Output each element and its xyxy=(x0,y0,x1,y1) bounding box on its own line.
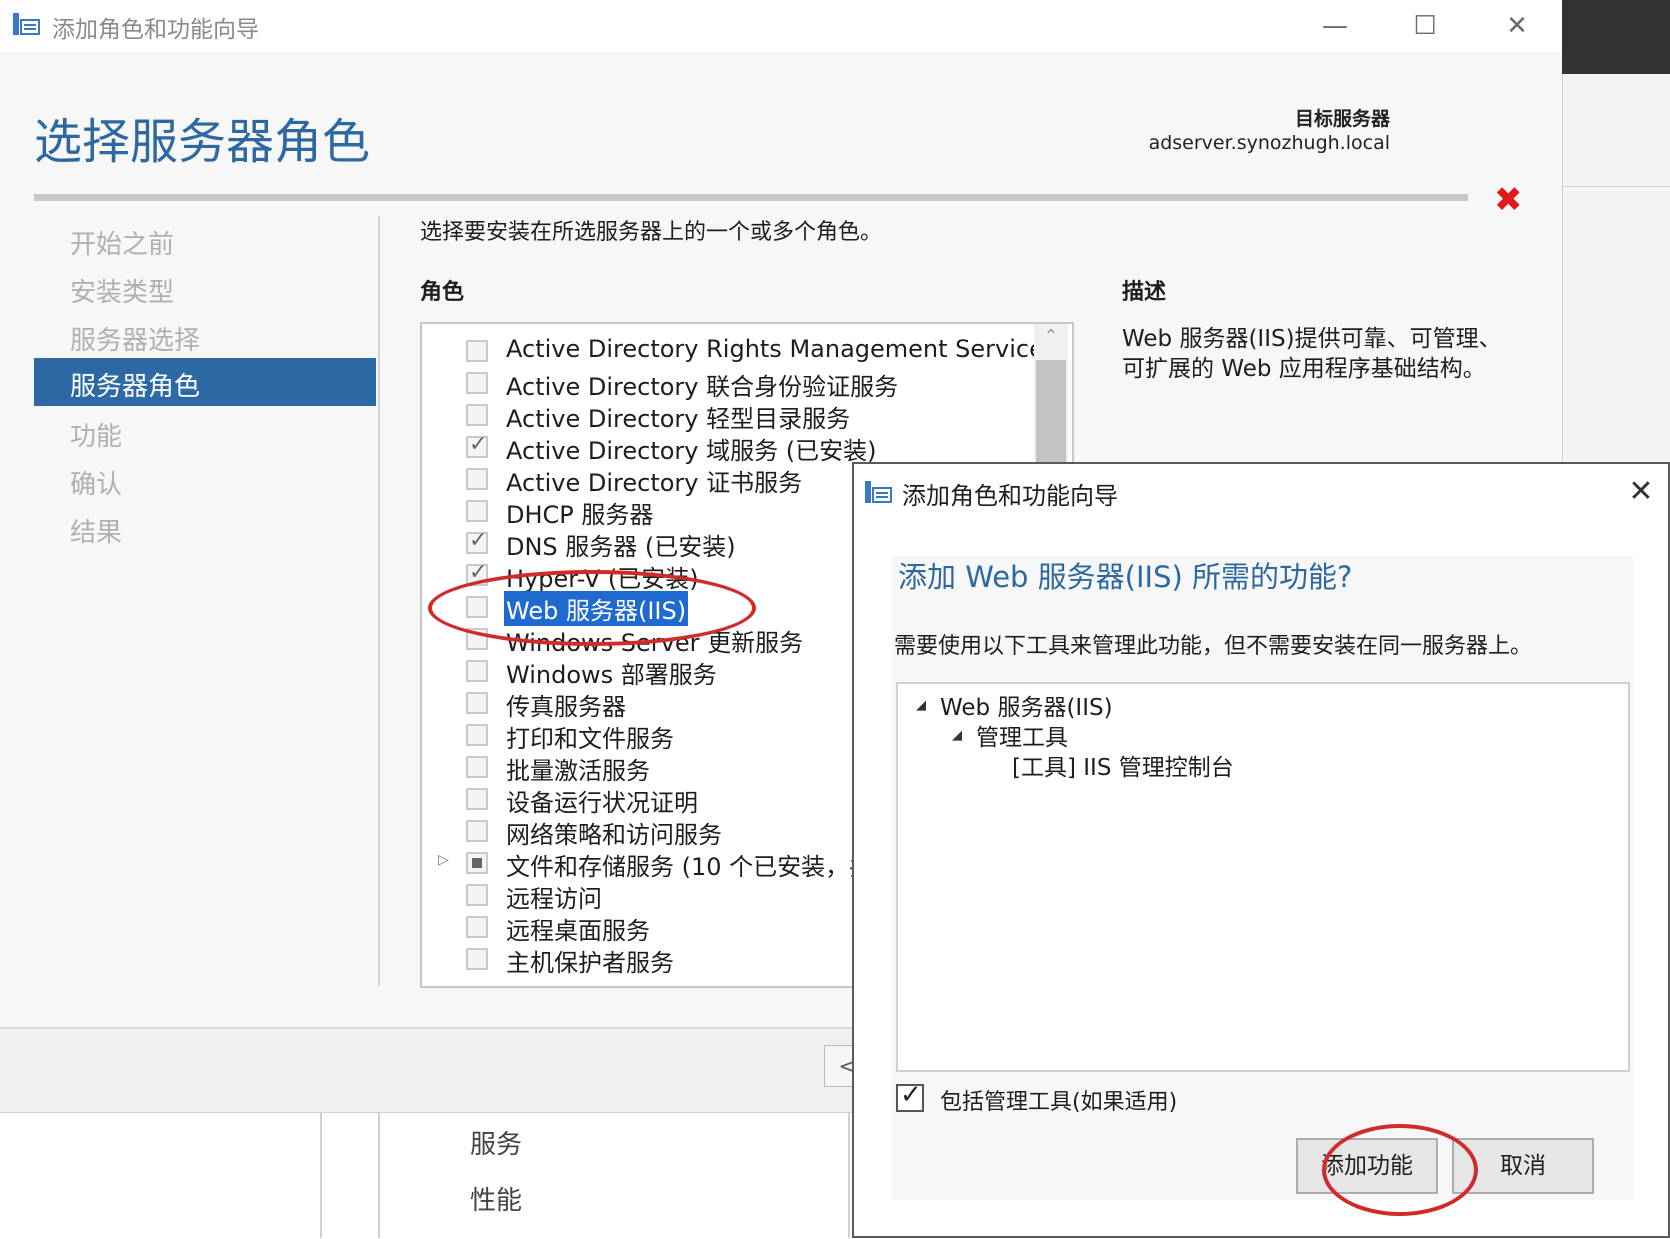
cancel-button[interactable]: 取消 xyxy=(1452,1138,1594,1194)
role-checkbox[interactable] xyxy=(466,628,488,650)
roles-heading: 角色 xyxy=(420,280,465,305)
page-title: 选择服务器角色 xyxy=(34,114,371,170)
dialog-heading: 添加 Web 服务器(IIS) 所需的功能? xyxy=(898,560,1353,594)
role-label: Active Directory 联合身份验证服务 xyxy=(506,373,899,401)
panel-divider xyxy=(378,1112,380,1238)
role-checkbox[interactable] xyxy=(466,692,488,714)
role-label: 网络策略和访问服务 xyxy=(506,821,722,849)
role-label-selected: Web 服务器(IIS) xyxy=(504,591,689,626)
description-text: Web 服务器(IIS)提供可靠、可管理、可扩展的 Web 应用程序基础结构。 xyxy=(1122,326,1502,382)
role-item-ad-ds[interactable]: Active Directory 域服务 (已安装) xyxy=(422,430,1072,465)
background-window-edge xyxy=(1562,0,1670,74)
nav-item-features[interactable]: 功能 xyxy=(70,416,122,453)
role-label: 远程访问 xyxy=(506,885,602,913)
role-label: DNS 服务器 (已安装) xyxy=(506,533,736,561)
role-label: Active Directory 域服务 (已安装) xyxy=(506,437,877,465)
header-divider xyxy=(34,194,1468,201)
window-title: 添加角色和功能向导 xyxy=(52,17,259,43)
server-manager-icon xyxy=(865,481,892,503)
tree-collapse-arrow-icon[interactable]: ◢ xyxy=(916,698,926,713)
role-checkbox[interactable] xyxy=(466,788,488,810)
background-window-divider xyxy=(1562,186,1670,187)
nav-item-label: 服务器角色 xyxy=(70,372,201,402)
role-checkbox-partial[interactable] xyxy=(466,852,488,874)
server-manager-icon xyxy=(13,13,40,35)
role-checkbox[interactable] xyxy=(466,468,488,490)
role-label: 文件和存储服务 (10 个已安装，共 xyxy=(506,853,874,881)
role-checkbox-checked[interactable] xyxy=(466,432,488,458)
role-item-ad-lds[interactable]: Active Directory 轻型目录服务 xyxy=(422,398,1072,433)
error-icon[interactable]: ✖ xyxy=(1494,180,1523,220)
role-checkbox[interactable] xyxy=(466,948,488,970)
nav-item-before-you-begin[interactable]: 开始之前 xyxy=(70,224,174,261)
role-item-ad-rms[interactable]: Active Directory Rights Management Servi… xyxy=(422,334,1072,366)
role-checkbox[interactable] xyxy=(466,340,488,362)
role-checkbox[interactable] xyxy=(466,724,488,746)
required-features-tree[interactable]: ◢ Web 服务器(IIS) ◢ 管理工具 [工具] IIS 管理控制台 xyxy=(896,682,1630,1072)
target-server-name: adserver.synozhugh.local xyxy=(1148,132,1390,154)
role-checkbox[interactable] xyxy=(466,404,488,426)
wizard-footer xyxy=(0,1027,860,1114)
nav-item-confirmation[interactable]: 确认 xyxy=(70,464,122,501)
nav-item-server-roles[interactable]: 服务器角色 xyxy=(34,358,376,406)
role-item-ad-fs[interactable]: Active Directory 联合身份验证服务 xyxy=(422,366,1072,401)
role-checkbox[interactable] xyxy=(466,916,488,938)
tree-node-iis-console: [工具] IIS 管理控制台 xyxy=(1012,755,1234,781)
description-heading: 描述 xyxy=(1122,280,1167,305)
tree-node-management-tools: 管理工具 xyxy=(976,725,1068,751)
panel-divider xyxy=(848,1112,850,1238)
panel-divider xyxy=(320,1112,322,1238)
close-button[interactable]: ✕ xyxy=(1486,6,1548,46)
role-checkbox[interactable] xyxy=(466,372,488,394)
role-label: 传真服务器 xyxy=(506,693,626,721)
nav-item-server-selection[interactable]: 服务器选择 xyxy=(70,320,200,357)
tree-node-web-server: Web 服务器(IIS) xyxy=(940,695,1113,721)
dialog-title-bar: 添加角色和功能向导 ✕ xyxy=(854,464,1668,522)
role-checkbox[interactable] xyxy=(466,660,488,682)
dialog-title: 添加角色和功能向导 xyxy=(902,482,1118,510)
nav-item-installation-type[interactable]: 安装类型 xyxy=(70,272,174,309)
role-label: Windows 部署服务 xyxy=(506,661,717,689)
role-checkbox-checked[interactable] xyxy=(466,528,488,554)
role-label: Active Directory 证书服务 xyxy=(506,469,803,497)
role-checkbox-checked[interactable] xyxy=(466,560,488,586)
dashboard-item-services[interactable]: 服务 xyxy=(470,1124,522,1161)
minimize-button[interactable]: — xyxy=(1304,6,1366,46)
role-label: Active Directory Rights Management Servi… xyxy=(506,335,1057,363)
include-management-tools-checkbox[interactable] xyxy=(896,1080,924,1112)
role-label: DHCP 服务器 xyxy=(506,501,654,529)
dashboard-panel xyxy=(0,1112,860,1239)
nav-item-results[interactable]: 结果 xyxy=(70,512,122,549)
include-management-tools-label: 包括管理工具(如果适用) xyxy=(940,1090,1178,1115)
role-checkbox[interactable] xyxy=(466,756,488,778)
dialog-instruction: 需要使用以下工具来管理此功能，但不需要安装在同一服务器上。 xyxy=(894,634,1533,659)
role-label: 主机保护者服务 xyxy=(506,949,674,977)
role-checkbox[interactable] xyxy=(466,596,488,618)
role-checkbox[interactable] xyxy=(466,884,488,906)
tree-collapse-arrow-icon[interactable]: ◢ xyxy=(952,728,962,743)
role-checkbox[interactable] xyxy=(466,820,488,842)
role-label: 设备运行状况证明 xyxy=(506,789,698,817)
nav-divider xyxy=(378,216,380,986)
scroll-up-chevron-icon[interactable]: ⌃ xyxy=(1036,326,1066,356)
roles-instruction: 选择要安装在所选服务器上的一个或多个角色。 xyxy=(420,220,883,245)
dashboard-item-performance[interactable]: 性能 xyxy=(470,1180,522,1217)
expand-arrow-icon[interactable]: ▷ xyxy=(438,852,449,868)
role-label: Active Directory 轻型目录服务 xyxy=(506,405,851,433)
role-label: 批量激活服务 xyxy=(506,757,650,785)
dialog-close-button[interactable]: ✕ xyxy=(1618,470,1664,516)
role-label: Hyper-V (已安装) xyxy=(506,565,699,593)
maximize-button[interactable]: ☐ xyxy=(1394,6,1456,46)
title-bar: 添加角色和功能向导 — ☐ ✕ xyxy=(0,0,1562,52)
role-checkbox[interactable] xyxy=(466,500,488,522)
role-label: 打印和文件服务 xyxy=(506,725,674,753)
add-features-button[interactable]: 添加功能 xyxy=(1296,1138,1438,1194)
role-label: Windows Server 更新服务 xyxy=(506,629,804,657)
target-server-label: 目标服务器 xyxy=(1294,108,1390,130)
role-label: 远程桌面服务 xyxy=(506,917,650,945)
add-features-dialog: 添加角色和功能向导 ✕ 添加 Web 服务器(IIS) 所需的功能? 需要使用以… xyxy=(852,462,1670,1238)
